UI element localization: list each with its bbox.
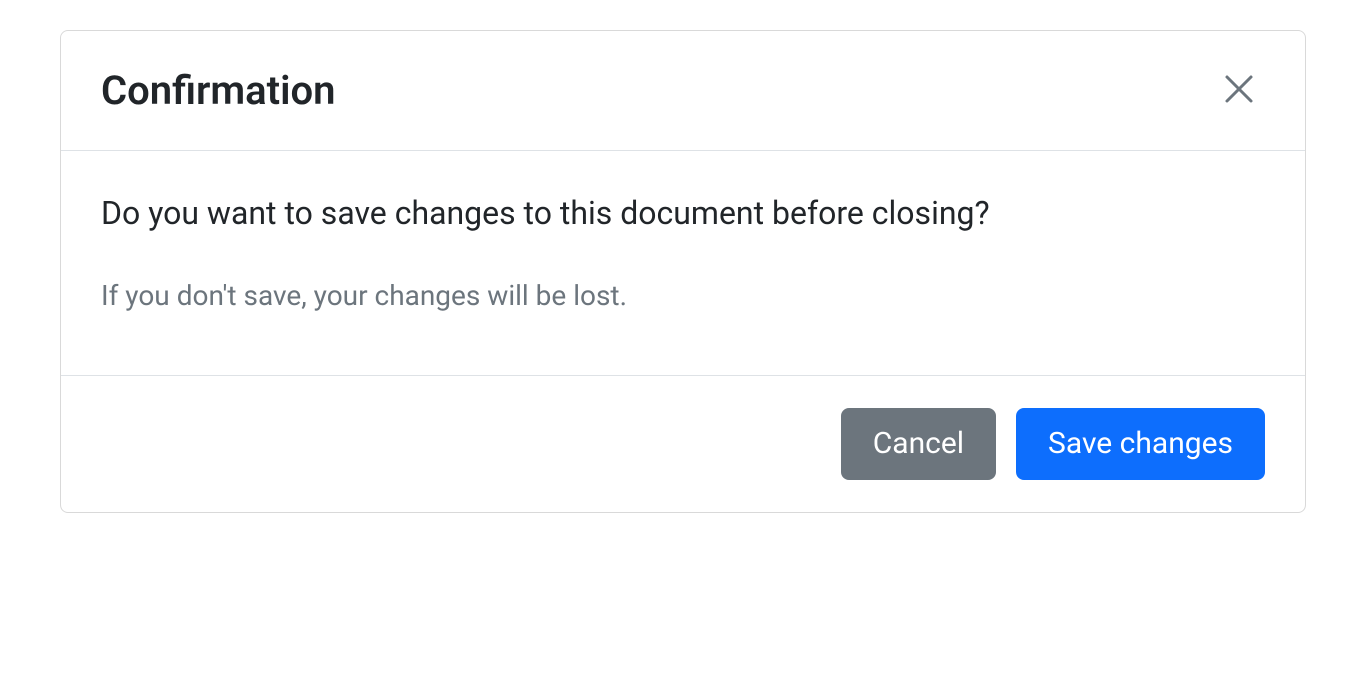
dialog-title: Confirmation — [101, 67, 335, 115]
confirmation-dialog: Confirmation Do you want to save changes… — [60, 30, 1306, 513]
save-button[interactable]: Save changes — [1016, 408, 1265, 480]
dialog-message-secondary: If you don't save, your changes will be … — [101, 276, 1265, 315]
dialog-footer: Cancel Save changes — [61, 375, 1305, 512]
close-button[interactable] — [1213, 63, 1265, 118]
cancel-button[interactable]: Cancel — [841, 408, 996, 480]
dialog-header: Confirmation — [61, 31, 1305, 151]
close-icon — [1221, 71, 1257, 110]
dialog-message-primary: Do you want to save changes to this docu… — [101, 191, 1265, 236]
dialog-body: Do you want to save changes to this docu… — [61, 151, 1305, 375]
